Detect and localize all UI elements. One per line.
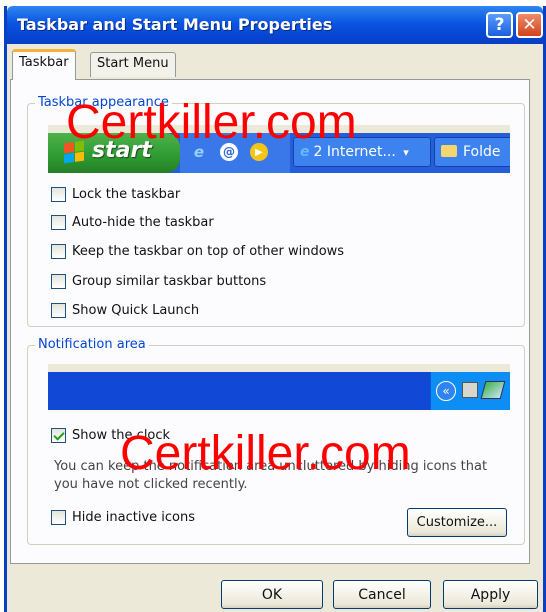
window-title: Taskbar and Start Menu Properties <box>17 15 333 34</box>
help-button[interactable]: ? <box>486 12 513 38</box>
notification-area-legend: Notification area <box>35 337 149 352</box>
folder-icon <box>441 145 457 157</box>
apply-button[interactable]: Apply <box>443 580 538 609</box>
network-icon <box>462 382 478 398</box>
lock-taskbar-label: Lock the taskbar <box>72 186 181 202</box>
quick-launch-label: Show Quick Launch <box>72 302 200 318</box>
tab-start-menu[interactable]: Start Menu <box>90 52 176 77</box>
show-clock-checkbox[interactable] <box>51 427 66 443</box>
title-bar[interactable]: Taskbar and Start Menu Properties ? ✕ <box>7 6 543 44</box>
quick-launch-checkbox[interactable] <box>51 302 66 318</box>
keep-on-top-label: Keep the taskbar on top of other windows <box>72 243 345 259</box>
group-buttons-label: Group similar taskbar buttons <box>72 273 267 289</box>
keep-on-top-checkbox[interactable] <box>51 243 66 259</box>
keep-on-top-option[interactable]: Keep the taskbar on top of other windows <box>51 241 344 261</box>
auto-hide-option[interactable]: Auto-hide the taskbar <box>51 212 214 232</box>
notification-preview: « <box>48 364 510 410</box>
watermark-top: Certkiller.com <box>66 96 357 149</box>
hide-inactive-label: Hide inactive icons <box>72 509 195 525</box>
customize-button[interactable]: Customize... <box>407 508 507 537</box>
auto-hide-checkbox[interactable] <box>51 214 66 230</box>
cancel-button[interactable]: Cancel <box>333 580 431 609</box>
safely-remove-hardware-icon <box>480 381 506 399</box>
group-buttons-checkbox[interactable] <box>51 273 66 289</box>
hide-inactive-option[interactable]: Hide inactive icons <box>51 507 195 527</box>
quick-launch-option[interactable]: Show Quick Launch <box>51 300 199 320</box>
ok-button[interactable]: OK <box>221 580 323 609</box>
task-button-folder: Folde <box>434 137 510 167</box>
tab-taskbar[interactable]: Taskbar <box>12 49 76 80</box>
watermark-bottom: Certkiller.com <box>120 427 411 480</box>
notification-preview-bar: « <box>48 372 510 410</box>
auto-hide-label: Auto-hide the taskbar <box>72 214 214 230</box>
show-hidden-icons-icon: « <box>436 381 456 401</box>
group-buttons-option[interactable]: Group similar taskbar buttons <box>51 271 266 291</box>
lock-taskbar-checkbox[interactable] <box>51 186 66 202</box>
task-button-chevron-icon: ▾ <box>403 146 409 159</box>
system-tray-preview: « <box>430 372 510 410</box>
close-button[interactable]: ✕ <box>516 12 543 38</box>
hide-inactive-checkbox[interactable] <box>51 509 66 525</box>
task-button-folder-label: Folde <box>463 144 501 160</box>
lock-taskbar-option[interactable]: Lock the taskbar <box>51 184 180 204</box>
